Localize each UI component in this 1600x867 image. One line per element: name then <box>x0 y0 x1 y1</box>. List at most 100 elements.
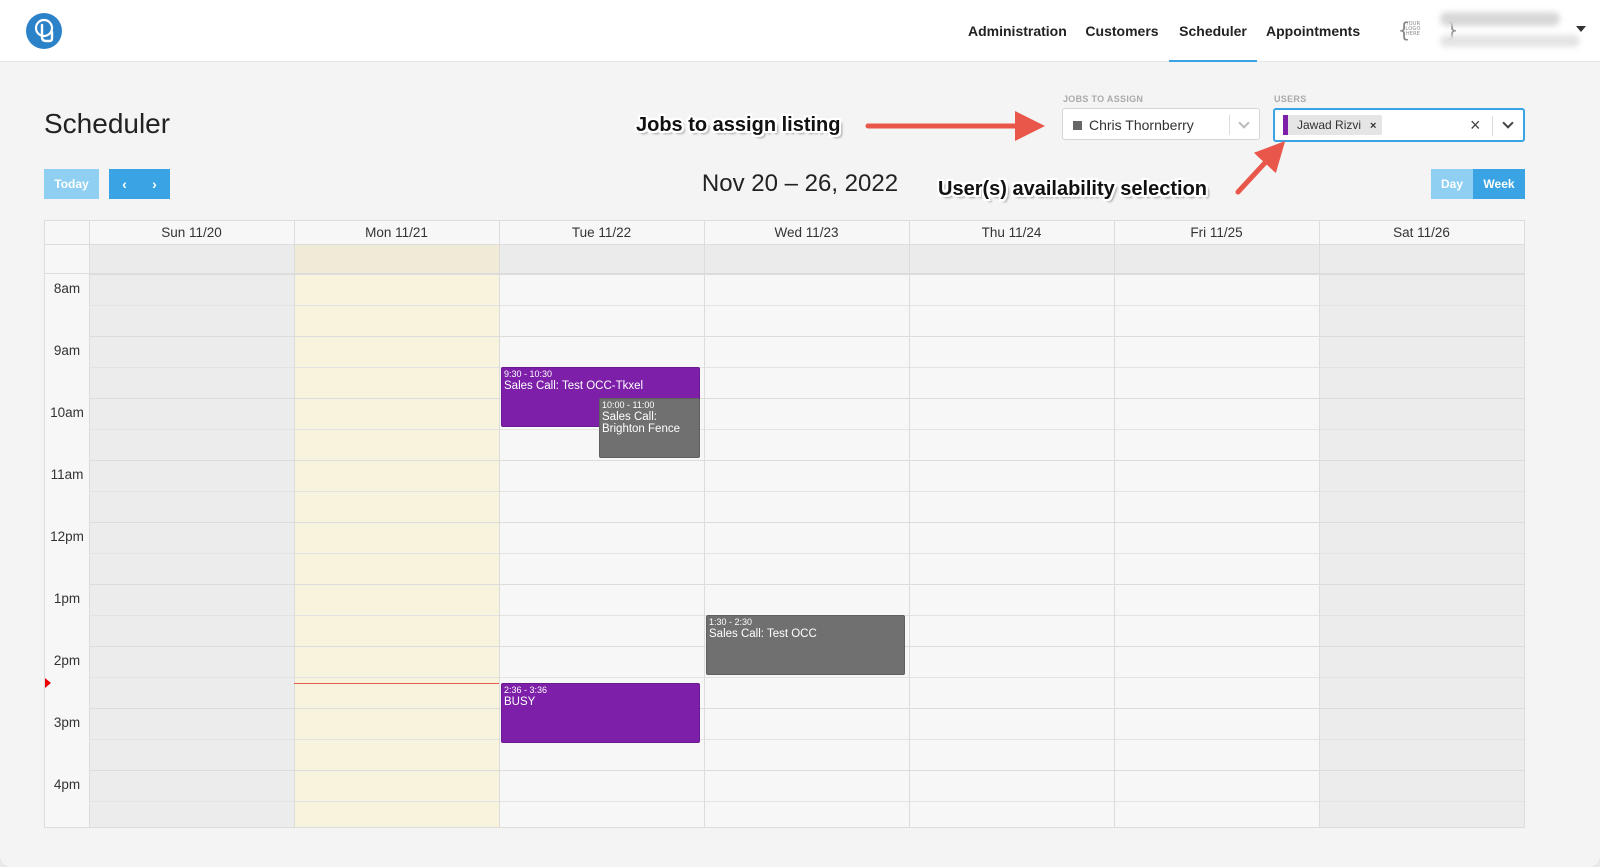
week-view-button[interactable]: Week <box>1473 169 1525 199</box>
user-chip-color <box>1283 115 1288 135</box>
day-divider <box>294 221 295 827</box>
hour-line <box>89 460 1524 461</box>
time-label: 3pm <box>53 715 81 730</box>
calendar-event[interactable]: 1:30 - 2:30 Sales Call: Test OCC <box>706 615 905 675</box>
day-divider <box>1524 221 1525 828</box>
time-label: 8am <box>53 281 81 296</box>
event-title: BUSY <box>504 696 536 709</box>
event-title: Sales Call: Test OCC <box>709 628 817 640</box>
time-label: 12pm <box>50 529 84 544</box>
half-hour-line <box>89 367 1524 368</box>
half-hour-line <box>89 305 1524 306</box>
half-hour-line <box>89 739 1524 740</box>
time-gutter-header <box>45 221 89 245</box>
select-divider <box>1229 115 1230 135</box>
caret-down-icon[interactable] <box>1576 26 1586 32</box>
event-time: 2:36 - 3:36 <box>504 685 548 696</box>
time-label: 2pm <box>53 653 81 668</box>
day-header[interactable]: Sun 11/20 <box>89 221 294 245</box>
remove-chip-icon[interactable]: × <box>1370 120 1376 132</box>
event-time: 9:30 - 10:30 <box>504 369 553 379</box>
time-label: 10am <box>50 405 84 420</box>
half-hour-line <box>89 553 1524 554</box>
top-navbar: Administration Customers Scheduler Appoi… <box>0 0 1600 62</box>
annotation-jobs: Jobs to assign listing <box>636 114 841 136</box>
all-day-slot[interactable] <box>89 245 294 274</box>
nav-scheduler[interactable]: Scheduler <box>1169 0 1257 62</box>
day-header[interactable]: Wed 11/23 <box>704 221 909 245</box>
all-day-gutter <box>45 245 89 274</box>
chevron-down-icon[interactable] <box>1502 117 1514 129</box>
hour-line <box>89 770 1524 771</box>
hour-line <box>89 398 1524 399</box>
user-menu[interactable] <box>1440 8 1580 54</box>
calendar-event[interactable]: 10:00 - 11:00 Sales Call: Brighton Fence <box>599 398 700 458</box>
users-select[interactable]: Jawad Rizvi × × <box>1273 108 1525 142</box>
half-hour-line <box>89 491 1524 492</box>
job-color-swatch <box>1073 121 1082 130</box>
nav-customers[interactable]: Customers <box>1085 0 1159 62</box>
time-label: 1pm <box>53 591 81 606</box>
jobs-to-assign-label: JOBS TO ASSIGN <box>1063 94 1144 104</box>
nav-appointments[interactable]: Appointments <box>1266 0 1360 62</box>
half-hour-line <box>89 677 1524 678</box>
current-time-marker <box>45 678 51 689</box>
week-calendar[interactable]: Sun 11/20 Mon 11/21 Tue 11/22 Wed 11/23 Thu … <box>44 220 1525 828</box>
app-logo-icon[interactable] <box>26 13 62 49</box>
all-day-slot[interactable] <box>1114 245 1319 274</box>
day-header[interactable]: Mon 11/21 <box>294 221 499 245</box>
time-label: 9am <box>53 343 81 358</box>
all-day-slot[interactable] <box>294 245 499 274</box>
day-header[interactable]: Fri 11/25 <box>1114 221 1319 245</box>
clear-icon[interactable]: × <box>1470 115 1481 136</box>
brand-logo-text: YOUR LOGO HERE <box>1405 21 1421 37</box>
hour-line <box>89 584 1524 585</box>
event-time: 10:00 - 11:00 <box>602 400 655 410</box>
day-column[interactable] <box>909 245 1114 827</box>
annotation-users: User(s) availability selection <box>938 178 1208 200</box>
day-divider <box>1319 221 1320 827</box>
day-column[interactable] <box>294 245 499 827</box>
calendar-event[interactable]: 2:36 - 3:36 BUSY <box>501 683 700 744</box>
select-divider <box>1492 116 1493 136</box>
chevron-down-icon[interactable] <box>1238 117 1250 129</box>
nav-administration[interactable]: Administration <box>968 0 1067 62</box>
all-day-slot[interactable] <box>704 245 909 274</box>
page-title: Scheduler <box>44 108 171 139</box>
day-column[interactable] <box>89 245 294 827</box>
day-divider <box>1114 221 1115 827</box>
hour-line <box>89 336 1524 337</box>
day-column[interactable] <box>1114 245 1319 827</box>
user-chip: Jawad Rizvi × <box>1283 115 1383 135</box>
day-divider <box>704 221 705 827</box>
time-label: 4pm <box>53 777 81 792</box>
all-day-slot[interactable] <box>499 245 704 274</box>
user-role-blurred <box>1440 35 1580 47</box>
hour-line <box>89 274 1524 275</box>
current-time-line <box>294 683 499 685</box>
day-divider <box>909 221 910 827</box>
all-day-slot[interactable] <box>909 245 1114 274</box>
hour-line <box>89 708 1524 709</box>
user-chip-label: Jawad Rizvi <box>1297 118 1362 132</box>
event-title: Sales Call: Test OCC-Tkxel <box>504 380 644 392</box>
day-header[interactable]: Thu 11/24 <box>909 221 1114 245</box>
user-name-blurred <box>1440 12 1560 26</box>
app-window: Administration Customers Scheduler Appoi… <box>0 0 1600 867</box>
half-hour-line <box>89 801 1524 802</box>
half-hour-line <box>89 429 1524 430</box>
day-view-button[interactable]: Day <box>1431 169 1473 199</box>
day-column[interactable] <box>1319 245 1524 827</box>
day-header[interactable]: Sat 11/26 <box>1319 221 1524 245</box>
day-column[interactable] <box>704 245 909 827</box>
day-divider <box>499 221 500 827</box>
event-time: 1:30 - 2:30 <box>709 617 753 627</box>
day-header[interactable]: Tue 11/22 <box>499 221 704 245</box>
brand-logo: { } YOUR LOGO HERE <box>1398 18 1459 42</box>
event-title: Sales Call: Brighton Fence <box>602 411 680 435</box>
day-divider <box>89 221 90 827</box>
all-day-slot[interactable] <box>1319 245 1524 274</box>
jobs-to-assign-select[interactable]: Chris Thornberry <box>1062 108 1260 140</box>
users-label: USERS <box>1274 94 1307 104</box>
time-label: 11am <box>50 467 84 482</box>
